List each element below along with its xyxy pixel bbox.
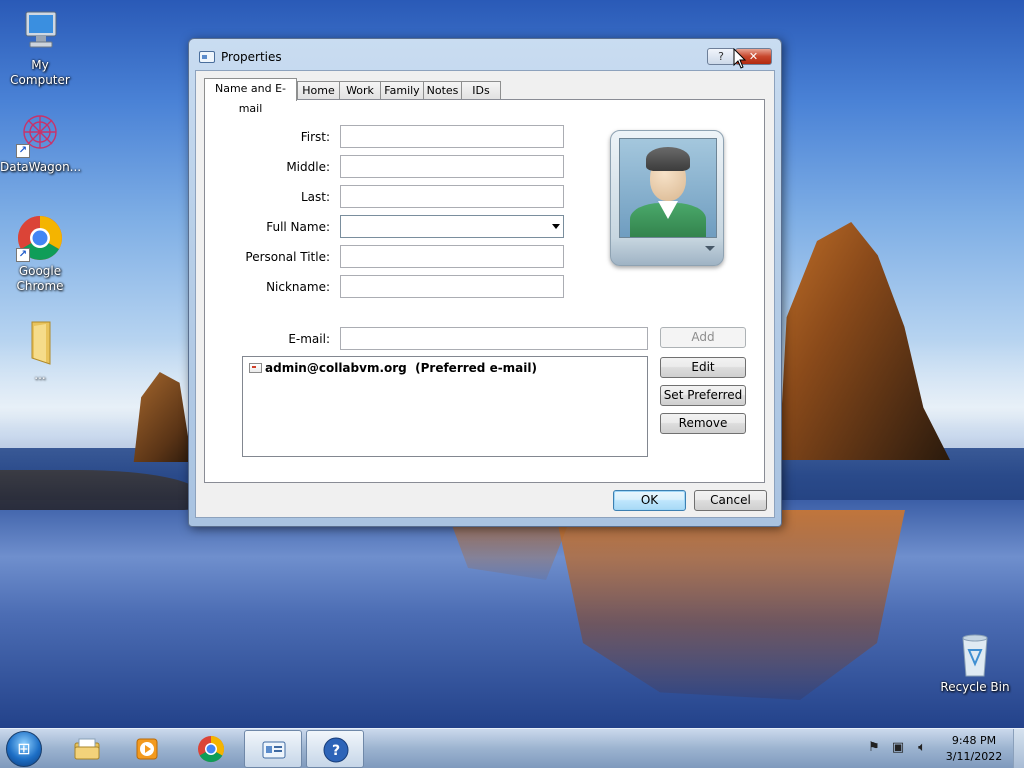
contact-card-icon: [199, 51, 215, 63]
name-email-panel: First: Middle: Last: Full Name: Personal…: [204, 99, 765, 483]
dropdown-arrow-icon[interactable]: [552, 224, 560, 229]
clock-time: 9:48 PM: [951, 734, 997, 747]
email-preferred-note: (Preferred e-mail): [415, 361, 537, 375]
full-name-label: Full Name:: [266, 220, 330, 234]
tab-name-and-email[interactable]: Name and E-mail: [204, 78, 297, 115]
help-icon: ?: [323, 737, 349, 763]
help-button[interactable]: ?: [707, 48, 735, 65]
desktop-icon-google-chrome[interactable]: ↗ Google Chrome: [0, 214, 80, 294]
chrome-icon: ↗: [16, 214, 64, 262]
folder-icon: [16, 318, 64, 366]
shortcut-arrow-icon: ↗: [16, 144, 30, 158]
folder-library-icon: [74, 738, 100, 760]
media-player-icon: [136, 738, 158, 760]
taskbar-media-player[interactable]: [118, 730, 176, 768]
dialog-title: Properties: [221, 50, 282, 64]
desktop-icon-folder[interactable]: ...: [0, 318, 80, 383]
remove-button[interactable]: Remove: [660, 413, 746, 434]
email-label: E-mail:: [288, 332, 330, 346]
clock-date: 3/11/2022: [945, 750, 1003, 763]
edit-button[interactable]: Edit: [660, 357, 746, 378]
shortcut-arrow-icon: ↗: [16, 248, 30, 262]
personal-title-label: Personal Title:: [245, 250, 330, 264]
datawagon-icon: ↗: [16, 110, 64, 158]
volume-icon[interactable]: 🔈︎: [914, 741, 930, 755]
email-field[interactable]: [340, 327, 648, 350]
middle-label: Middle:: [286, 160, 330, 174]
first-label: First:: [300, 130, 330, 144]
taskbar-help[interactable]: ?: [306, 730, 364, 768]
desktop-icon-label: ...: [34, 368, 46, 382]
dialog-titlebar[interactable]: Properties ? ✕: [189, 39, 781, 71]
tab-ids[interactable]: IDs: [461, 81, 501, 100]
email-envelope-icon: [249, 363, 262, 373]
computer-icon: [16, 8, 64, 56]
properties-dialog: Properties ? ✕ Name and E-mail Home Work…: [188, 38, 782, 527]
tab-notes[interactable]: Notes: [423, 81, 462, 100]
desktop-icon-datawagon[interactable]: ↗ DataWagon...: [0, 110, 82, 175]
avatar-hair: [646, 147, 690, 171]
taskbar: ⊞ ? ⚑ ▣ 🔈︎ 9:48 PM 3/11/2022: [0, 728, 1024, 768]
user-avatar-icon: [619, 138, 717, 238]
personal-title-field[interactable]: [340, 245, 564, 268]
start-button[interactable]: ⊞: [6, 731, 42, 767]
desktop-icon-label: Google Chrome: [16, 264, 64, 293]
desktop-icon-label: Recycle Bin: [940, 680, 1010, 694]
last-name-field[interactable]: [340, 185, 564, 208]
tab-work[interactable]: Work: [339, 81, 381, 100]
middle-name-field[interactable]: [340, 155, 564, 178]
contact-card-icon: [262, 741, 286, 759]
contact-picture[interactable]: [610, 130, 724, 266]
tab-family[interactable]: Family: [380, 81, 424, 100]
email-list[interactable]: admin@collabvm.org (Preferred e-mail): [242, 356, 648, 457]
notification-area: ⚑ ▣ 🔈︎: [862, 735, 942, 761]
desktop-icon-recycle-bin[interactable]: Recycle Bin: [935, 630, 1015, 695]
desktop-icon-label: My Computer: [10, 58, 70, 87]
svg-text:?: ?: [332, 743, 340, 759]
desktop-icon-label: DataWagon...: [0, 160, 82, 174]
last-label: Last:: [300, 190, 330, 204]
desktop-icon-my-computer[interactable]: My Computer: [0, 8, 80, 88]
nickname-field[interactable]: [340, 275, 564, 298]
mouse-cursor-icon: [733, 48, 747, 69]
full-name-combobox[interactable]: [340, 215, 564, 238]
list-item[interactable]: admin@collabvm.org (Preferred e-mail): [249, 361, 537, 375]
dialog-client-area: Name and E-mail Home Work Family Notes I…: [195, 70, 775, 518]
recycle-bin-icon: [951, 630, 999, 678]
chrome-icon: [198, 735, 225, 763]
add-button[interactable]: Add: [660, 327, 746, 348]
tab-home[interactable]: Home: [297, 81, 340, 100]
ok-button[interactable]: OK: [613, 490, 686, 511]
taskbar-properties-window[interactable]: [244, 730, 302, 768]
first-name-field[interactable]: [340, 125, 564, 148]
taskbar-explorer[interactable]: [58, 730, 116, 768]
picture-menu-arrow-icon[interactable]: [705, 246, 715, 251]
set-preferred-button[interactable]: Set Preferred: [660, 385, 746, 406]
show-desktop-button[interactable]: [1013, 729, 1024, 768]
windows-logo-icon: ⊞: [17, 739, 31, 758]
taskbar-chrome[interactable]: [182, 730, 240, 768]
network-icon[interactable]: ▣: [890, 741, 906, 755]
cancel-button[interactable]: Cancel: [694, 490, 767, 511]
nickname-label: Nickname:: [266, 280, 330, 294]
action-center-flag-icon[interactable]: ⚑: [866, 741, 882, 755]
system-clock[interactable]: 9:48 PM 3/11/2022: [940, 733, 1008, 765]
email-address: admin@collabvm.org: [265, 361, 407, 375]
